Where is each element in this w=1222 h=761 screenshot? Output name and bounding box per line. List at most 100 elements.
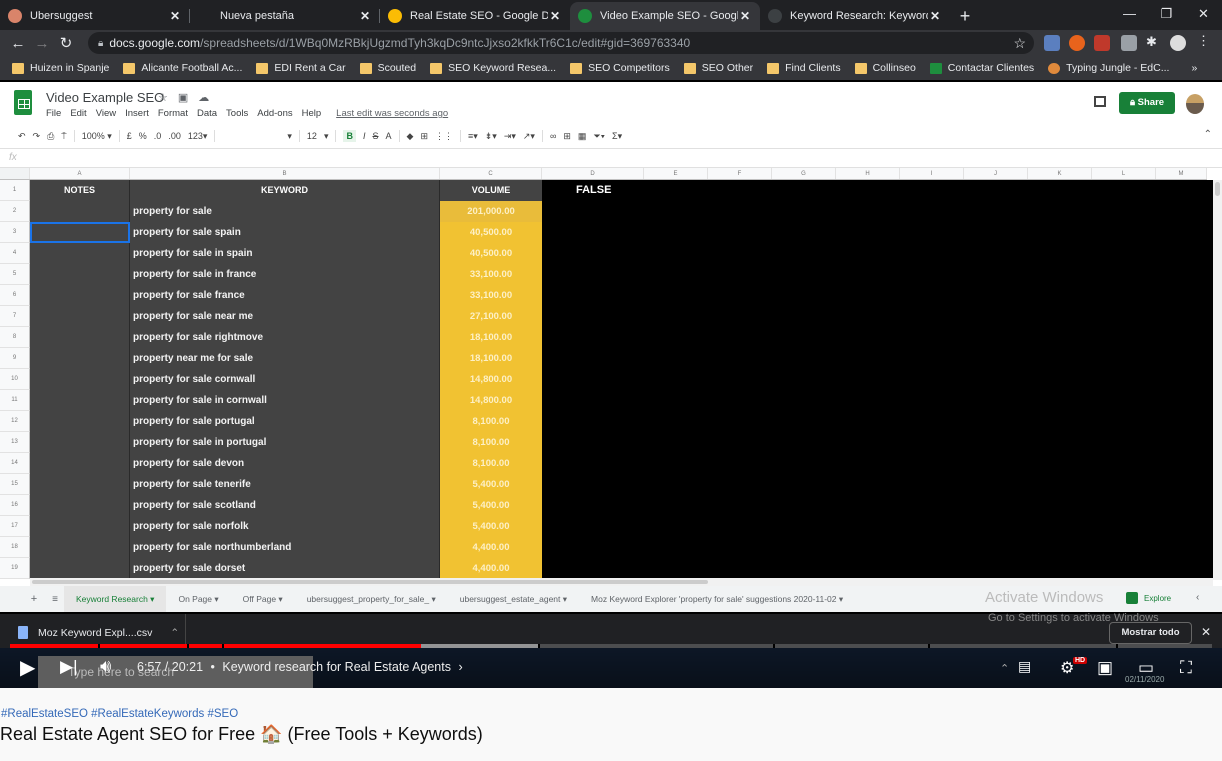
volume-cell[interactable]: 40,500.00 — [440, 222, 542, 243]
empty-cell[interactable] — [542, 537, 1213, 558]
insert-comment-icon[interactable]: ⊞ — [563, 131, 571, 142]
empty-cell[interactable] — [542, 201, 1213, 222]
menu-file[interactable]: File — [46, 108, 61, 119]
keyword-header[interactable]: KEYWORD — [130, 180, 440, 201]
close-tab-icon[interactable]: ✕ — [928, 9, 942, 23]
bold-button[interactable]: B — [343, 130, 356, 142]
close-tab-icon[interactable]: ✕ — [358, 9, 372, 23]
browser-tab[interactable]: Video Example SEO - Google Sh✕ — [570, 2, 760, 30]
paint-format-icon[interactable]: ⍑ — [61, 131, 66, 142]
video-hashtags[interactable]: #RealEstateSEO #RealEstateKeywords #SEO — [1, 708, 238, 720]
volume-cell[interactable]: 5,400.00 — [440, 516, 542, 537]
sheet-tab-menu-icon[interactable]: ▾ — [212, 594, 218, 604]
zoom-select[interactable]: 100% ▾ — [82, 131, 112, 142]
font-select-chevron-icon[interactable]: ▾ — [287, 131, 292, 142]
row-header[interactable]: 17 — [0, 516, 30, 537]
notes-cell[interactable] — [30, 369, 130, 390]
insert-chart-icon[interactable]: ▦ — [578, 131, 587, 142]
keyword-cell[interactable]: property for sale in spain — [130, 243, 440, 264]
chapter-chevron-icon[interactable]: › — [458, 660, 462, 674]
sheet-tab-menu-icon[interactable]: ▾ — [560, 594, 567, 604]
video-progress-bar[interactable] — [10, 644, 1212, 648]
keyword-cell[interactable]: property for sale dorset — [130, 558, 440, 579]
borders-icon[interactable]: ⊞ — [420, 131, 428, 142]
column-header-j[interactable]: J — [964, 168, 1028, 179]
extension-icon[interactable] — [1069, 35, 1085, 51]
comments-icon[interactable] — [1094, 96, 1106, 107]
empty-cell[interactable] — [542, 264, 1213, 285]
fullscreen-icon[interactable]: ⛶ — [1180, 658, 1192, 678]
download-item[interactable]: Moz Keyword Expl....csv ⌃ — [18, 626, 179, 639]
empty-cell[interactable] — [542, 243, 1213, 264]
keyword-cell[interactable]: property for sale in portugal — [130, 432, 440, 453]
column-header-d[interactable]: D — [542, 168, 644, 179]
volume-cell[interactable]: 8,100.00 — [440, 432, 542, 453]
column-header-g[interactable]: G — [772, 168, 836, 179]
notes-cell[interactable] — [30, 222, 130, 243]
row-header[interactable]: 8 — [0, 327, 30, 348]
subtitles-icon[interactable]: ▤ — [1018, 658, 1031, 675]
browser-tab[interactable]: Keyword Research: Keyword Sug✕ — [760, 2, 950, 30]
empty-cell[interactable] — [542, 285, 1213, 306]
bookmark-item[interactable]: Find Clients — [767, 62, 841, 74]
horizontal-scrollbar[interactable] — [30, 578, 1213, 586]
empty-cell[interactable] — [542, 222, 1213, 243]
browser-tab[interactable]: Ubersuggest ✕ — [0, 2, 190, 30]
notes-cell[interactable] — [30, 327, 130, 348]
all-sheets-icon[interactable]: ≡ — [46, 594, 64, 605]
more-formats-button[interactable]: 123▾ — [188, 131, 208, 142]
column-header-h[interactable]: H — [836, 168, 900, 179]
side-panel-toggle-icon[interactable]: ‹ — [1196, 592, 1199, 603]
keyword-cell[interactable]: property for sale scotland — [130, 495, 440, 516]
volume-cell[interactable]: 14,800.00 — [440, 390, 542, 411]
extension-icon[interactable] — [1121, 35, 1137, 51]
keyword-cell[interactable]: property for sale spain — [130, 222, 440, 243]
star-icon[interactable]: ☆ — [158, 91, 168, 104]
reload-icon[interactable]: ↻ — [54, 34, 78, 52]
notes-cell[interactable] — [30, 348, 130, 369]
empty-cell[interactable] — [542, 474, 1213, 495]
sheet-tab-menu-icon[interactable]: ▾ — [276, 594, 282, 604]
volume-header[interactable]: VOLUME — [440, 180, 542, 201]
close-tab-icon[interactable]: ✕ — [738, 9, 752, 23]
menu-view[interactable]: View — [96, 108, 116, 119]
row-header[interactable]: 18 — [0, 537, 30, 558]
currency-format-button[interactable]: £ — [127, 131, 132, 141]
empty-cell[interactable] — [542, 327, 1213, 348]
keyword-cell[interactable]: property for sale — [130, 201, 440, 222]
row-header[interactable]: 10 — [0, 369, 30, 390]
empty-cell[interactable] — [542, 390, 1213, 411]
row-header[interactable]: 15 — [0, 474, 30, 495]
volume-cell[interactable]: 14,800.00 — [440, 369, 542, 390]
print-icon[interactable]: ⎙ — [47, 131, 54, 142]
sheet-tab[interactable]: ubersuggest_property_for_sale_ ▾ — [295, 586, 448, 612]
sheet-tab[interactable]: Moz Keyword Explorer 'property for sale'… — [579, 586, 855, 612]
forward-icon[interactable]: → — [30, 35, 54, 52]
percent-format-button[interactable]: % — [139, 131, 147, 141]
last-edit-link[interactable]: Last edit was seconds ago — [336, 108, 448, 119]
user-avatar[interactable] — [1186, 94, 1204, 114]
notes-cell[interactable] — [30, 243, 130, 264]
volume-cell[interactable]: 40,500.00 — [440, 243, 542, 264]
menu-tools[interactable]: Tools — [226, 108, 248, 119]
sheet-tab[interactable]: On Page ▾ — [166, 586, 230, 612]
volume-cell[interactable]: 4,400.00 — [440, 558, 542, 579]
sheet-tab-menu-icon[interactable]: ▾ — [148, 594, 154, 604]
notes-cell[interactable] — [30, 264, 130, 285]
new-tab-button[interactable]: + — [950, 2, 980, 30]
notes-cell[interactable] — [30, 411, 130, 432]
keyword-cell[interactable]: property for sale portugal — [130, 411, 440, 432]
share-button[interactable]: 🔒︎ Share — [1119, 92, 1175, 114]
volume-cell[interactable]: 33,100.00 — [440, 264, 542, 285]
row-header[interactable]: 7 — [0, 306, 30, 327]
bookmarks-overflow-button[interactable]: » — [1191, 62, 1197, 74]
notes-cell[interactable] — [30, 285, 130, 306]
keyword-cell[interactable]: property for sale near me — [130, 306, 440, 327]
add-sheet-icon[interactable]: + — [22, 593, 46, 605]
miniplayer-icon[interactable]: ▣ — [1097, 658, 1113, 678]
next-video-icon[interactable]: ▶| — [60, 657, 78, 677]
keyword-cell[interactable]: property for sale devon — [130, 453, 440, 474]
font-size-select[interactable]: 12 — [307, 131, 317, 141]
font-size-chevron-icon[interactable]: ▾ — [324, 131, 329, 142]
row-header[interactable]: 6 — [0, 285, 30, 306]
